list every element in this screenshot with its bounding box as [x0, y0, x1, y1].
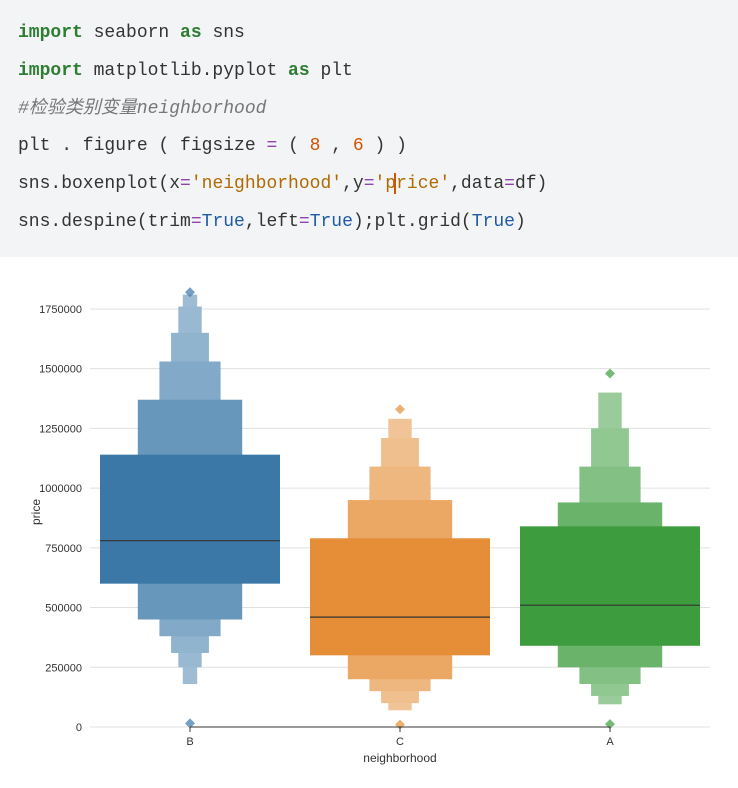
svg-text:1000000: 1000000 — [39, 483, 82, 495]
code-line-2: import matplotlib.pyplot as plt — [18, 61, 353, 81]
svg-text:500000: 500000 — [45, 602, 82, 614]
svg-text:A: A — [606, 736, 614, 748]
svg-text:B: B — [186, 736, 193, 748]
boxen-plot: 0 250000 500000 750000 1000000 1250000 1500000… — [20, 287, 720, 767]
code-line-1: import seaborn as sns — [18, 23, 245, 43]
code-line-3: #检验类别变量neighborhood — [18, 99, 266, 119]
svg-text:1750000: 1750000 — [39, 304, 82, 316]
y-tick-labels: 0 250000 500000 750000 1000000 1250000 1500000… — [39, 304, 82, 734]
svg-text:1500000: 1500000 — [39, 363, 82, 375]
svg-text:C: C — [396, 736, 404, 748]
svg-text:0: 0 — [76, 722, 82, 734]
svg-text:1250000: 1250000 — [39, 423, 82, 435]
code-block: import seaborn as sns import matplotlib.… — [0, 0, 738, 257]
code-line-5: sns.boxenplot(x='neighborhood',y='price'… — [18, 174, 547, 194]
svg-text:750000: 750000 — [45, 543, 82, 555]
chart-output: 0 250000 500000 750000 1000000 1250000 1500000… — [0, 257, 738, 787]
code-line-6: sns.despine(trim=True,left=True);plt.gri… — [18, 212, 526, 232]
x-axis-label: neighborhood — [363, 751, 436, 765]
x-tick-labels: BCA — [186, 727, 614, 748]
code-line-4: plt . figure ( figsize = ( 8 , 6 ) ) — [18, 136, 407, 156]
chart-boxes — [100, 287, 700, 729]
y-axis-label: price — [29, 498, 43, 524]
svg-text:250000: 250000 — [45, 662, 82, 674]
